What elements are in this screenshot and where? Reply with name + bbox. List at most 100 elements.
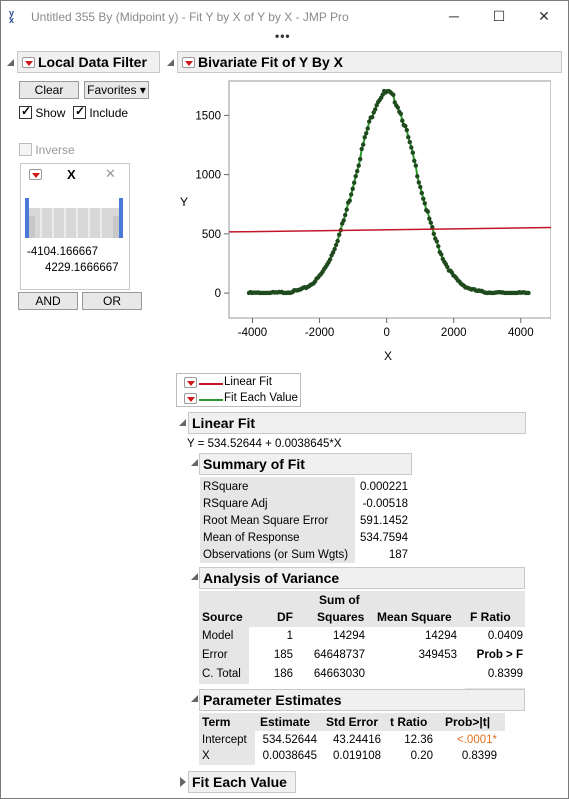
data-point[interactable] (436, 244, 441, 249)
data-point[interactable] (353, 174, 358, 179)
range-max-value[interactable]: 4229.1666667 (45, 262, 119, 274)
data-point[interactable] (327, 257, 333, 262)
data-point[interactable] (406, 135, 411, 140)
anova-f: 0.8399 (487, 668, 523, 680)
data-point[interactable] (421, 196, 426, 201)
inverse-checkbox-row[interactable]: Inverse (19, 143, 75, 157)
favorites-button[interactable]: Favorites ▾ (84, 81, 149, 99)
data-point[interactable] (370, 115, 375, 120)
parameter-estimates-header[interactable]: Parameter Estimates (199, 689, 525, 711)
include-checkbox-row[interactable]: Include (73, 104, 128, 120)
anova-disclosure-icon[interactable] (191, 573, 199, 581)
summary-of-fit-header[interactable]: Summary of Fit (199, 453, 412, 475)
remove-column-icon[interactable]: ✕ (105, 166, 116, 182)
data-point[interactable] (427, 216, 432, 221)
local-data-filter-header[interactable]: Local Data Filter (17, 51, 160, 73)
data-point[interactable] (419, 190, 424, 196)
param-t-ratio: 0.20 (410, 750, 433, 762)
data-point[interactable] (413, 163, 418, 168)
summary-label: RSquare (203, 481, 249, 493)
clear-button[interactable]: Clear (19, 81, 79, 99)
data-point[interactable] (398, 111, 403, 116)
data-point[interactable] (439, 252, 444, 257)
fit-each-red-triangle-icon[interactable] (184, 393, 197, 404)
data-point[interactable] (407, 139, 412, 145)
linear-fit-red-triangle-icon[interactable] (184, 377, 197, 388)
range-min-value[interactable]: -4104.166667 (27, 246, 98, 258)
data-point[interactable] (347, 198, 352, 203)
data-point[interactable] (373, 107, 378, 112)
close-button[interactable]: ✕ (521, 3, 567, 29)
filter-red-triangle-icon[interactable] (22, 56, 35, 68)
data-point[interactable] (333, 242, 339, 248)
data-point[interactable] (434, 239, 439, 244)
data-point[interactable] (431, 231, 436, 236)
data-point[interactable] (364, 131, 369, 136)
slider-handle-right[interactable] (119, 198, 123, 238)
param-prob-t: 0.8399 (461, 750, 497, 762)
range-histogram-slider[interactable] (25, 190, 123, 240)
data-point[interactable] (361, 142, 366, 147)
fit-each-disclosure-icon[interactable] (179, 777, 187, 787)
data-point[interactable] (356, 163, 361, 168)
data-point[interactable] (337, 232, 342, 237)
data-point[interactable] (352, 180, 357, 185)
data-point[interactable] (418, 184, 423, 190)
data-point[interactable] (349, 192, 354, 197)
data-point[interactable] (410, 150, 415, 155)
column-red-triangle-icon[interactable] (29, 169, 42, 180)
and-button[interactable]: AND (18, 292, 78, 310)
data-point[interactable] (367, 119, 372, 124)
data-point[interactable] (404, 127, 409, 133)
fit-each-value-header[interactable]: Fit Each Value (188, 771, 296, 793)
minimize-button[interactable]: ─ (431, 3, 477, 29)
bivariate-header[interactable]: Bivariate Fit of Y By X (177, 51, 562, 73)
data-point[interactable] (335, 238, 340, 244)
bivariate-plot[interactable]: 0 500 1000 1500 -4000 -2000 0 2000 4000 (181, 79, 551, 351)
anova-f: 0.0409 (487, 630, 523, 642)
data-point[interactable] (391, 92, 396, 97)
data-point[interactable] (343, 212, 348, 218)
filter-disclosure-icon[interactable] (7, 59, 15, 67)
show-checkbox-row[interactable]: Show (19, 104, 65, 120)
data-point[interactable] (422, 201, 427, 206)
data-point[interactable] (350, 186, 355, 191)
data-point[interactable] (403, 123, 408, 129)
bivariate-red-triangle-icon[interactable] (182, 56, 195, 68)
data-point[interactable] (395, 105, 400, 110)
params-disclosure-icon[interactable] (191, 695, 199, 703)
data-point[interactable] (409, 145, 414, 150)
summary-value: 591.1452 (360, 515, 408, 527)
data-point[interactable] (526, 290, 531, 296)
inverse-checkbox[interactable] (19, 143, 32, 157)
summary-value: 187 (388, 549, 408, 561)
data-point[interactable] (359, 146, 364, 152)
or-button[interactable]: OR (82, 292, 142, 310)
slider-handle-left[interactable] (25, 198, 29, 238)
include-checkbox[interactable] (73, 104, 86, 120)
data-point[interactable] (358, 156, 363, 162)
param-estimate: 534.52644 (262, 734, 317, 746)
data-point[interactable] (425, 209, 430, 214)
x-tick-label: 2000 (441, 327, 467, 339)
data-point[interactable] (416, 180, 421, 185)
y-tick-label: 500 (202, 229, 221, 241)
data-point[interactable] (415, 174, 420, 179)
anova-header[interactable]: Analysis of Variance (199, 567, 525, 589)
summary-disclosure-icon[interactable] (191, 459, 199, 467)
data-point[interactable] (412, 158, 417, 163)
data-point[interactable] (332, 246, 337, 252)
linear-fit-disclosure-icon[interactable] (179, 419, 187, 427)
data-point[interactable] (365, 126, 370, 131)
linear-fit-header[interactable]: Linear Fit (188, 412, 526, 434)
data-point[interactable] (355, 169, 360, 174)
show-checkbox[interactable] (19, 104, 32, 120)
bivariate-disclosure-icon[interactable] (167, 59, 175, 67)
data-point[interactable] (362, 135, 367, 140)
data-point[interactable] (344, 207, 349, 212)
data-point[interactable] (428, 220, 433, 225)
overflow-menu-icon[interactable]: ••• (275, 29, 291, 43)
data-point[interactable] (341, 218, 346, 223)
data-point[interactable] (400, 118, 405, 123)
maximize-button[interactable]: ☐ (476, 3, 522, 29)
